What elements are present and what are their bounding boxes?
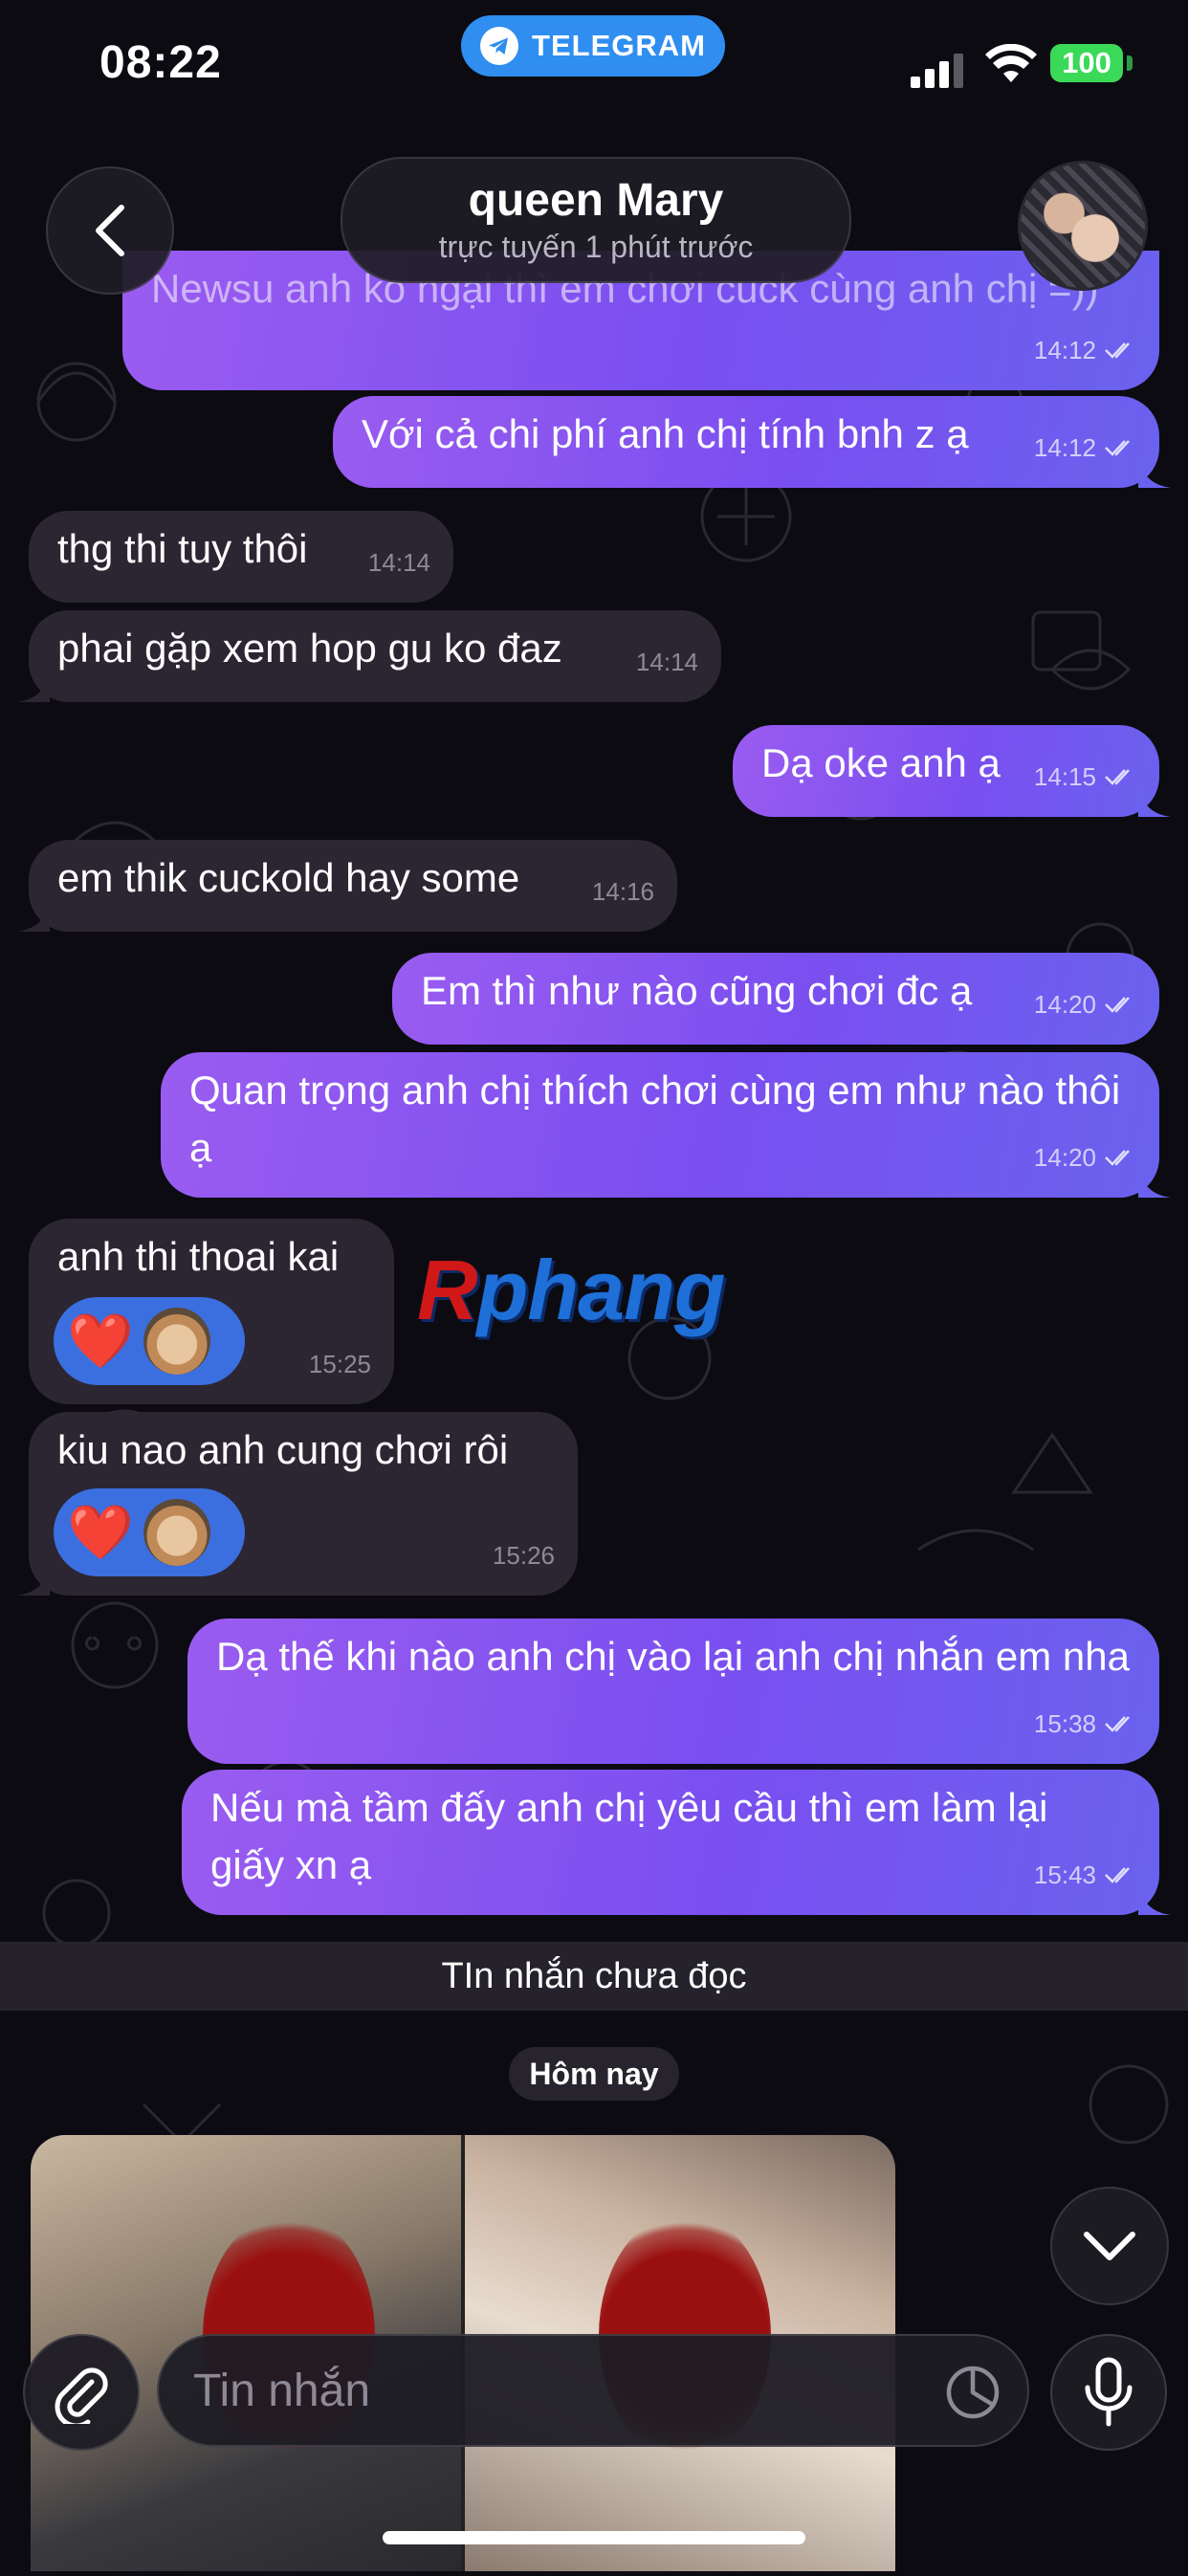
message-time: 14:14 (635, 648, 698, 676)
home-indicator[interactable] (383, 2531, 805, 2544)
message-text: Em thì như nào cũng chơi đc ạ (421, 968, 973, 1013)
battery-tip (1127, 55, 1133, 71)
message-time: 14:12 (1033, 336, 1096, 364)
message-time: 15:38 (1033, 1709, 1096, 1738)
message-time: 14:12 (1033, 433, 1096, 462)
message-text: phai gặp xem hop gu ko đaz (57, 626, 562, 671)
cellular-signal-icon (911, 54, 963, 88)
reaction-chip[interactable]: ❤️ (54, 1297, 245, 1385)
message-outgoing[interactable]: Quan trọng anh chị thích chơi cùng em nh… (161, 1052, 1171, 1198)
bubble-tail (17, 1563, 50, 1596)
double-check-icon (1105, 997, 1130, 1013)
telegram-app-pill[interactable]: TELEGRAM (461, 15, 725, 77)
double-check-icon (1105, 769, 1130, 785)
message-text: Quan trọng anh chị thích chơi cùng em nh… (189, 1068, 1121, 1170)
back-button[interactable] (46, 166, 174, 295)
message-time: 14:14 (367, 548, 430, 577)
message-incoming[interactable]: phai gặp xem hop gu ko đaz 14:14 (17, 610, 721, 702)
heart-reaction-icon: ❤️ (67, 1310, 134, 1371)
status-time: 08:22 (99, 37, 222, 88)
chevron-left-icon (96, 205, 124, 256)
message-time: 15:26 (492, 1541, 555, 1570)
unread-messages-divider: TIn nhắn chưa đọc (0, 1942, 1188, 2011)
message-meta: 14:20 (1034, 1129, 1136, 1186)
bubble-tail (1138, 784, 1171, 817)
message-meta: 14:20 (1034, 976, 1136, 1033)
watermark-logo: Rphang (417, 1242, 726, 1339)
watermark-prefix: R (417, 1243, 478, 1337)
chat-name: queen Mary (468, 175, 724, 226)
message-text: kiu nao anh cung chơi rôi (57, 1427, 509, 1472)
message-time: 14:15 (1033, 762, 1096, 791)
date-separator: Hôm nay (509, 2047, 679, 2101)
date-label: Hôm nay (529, 2056, 659, 2091)
scroll-to-bottom-button[interactable] (1050, 2187, 1169, 2305)
chat-last-seen: trực tuyến 1 phút trước (438, 230, 754, 264)
microphone-icon (1085, 2357, 1133, 2427)
message-composer[interactable] (157, 2334, 1029, 2447)
double-check-icon (1105, 342, 1130, 359)
status-bar: 08:22 TELEGRAM 100 (0, 0, 1188, 124)
bubble-tail (1138, 455, 1171, 488)
message-meta: 14:15 (1034, 748, 1136, 805)
message-time: 15:43 (1033, 1860, 1096, 1889)
message-incoming[interactable]: kiu nao anh cung chơi rôi ❤️ 15:26 (17, 1412, 578, 1596)
message-outgoing[interactable]: Dạ oke anh ạ 14:15 (733, 725, 1171, 817)
telegram-icon (480, 27, 519, 65)
watermark-text: phang (476, 1243, 726, 1337)
wifi-icon (985, 44, 1037, 82)
message-time: 14:16 (591, 877, 654, 906)
message-text: Nếu mà tầm đấy anh chị yêu cầu thì em là… (210, 1785, 1048, 1887)
message-outgoing[interactable]: Với cả chi phí anh chị tính bnh z ạ 14:1… (333, 396, 1171, 488)
attach-button[interactable] (23, 2334, 140, 2451)
bubble-tail (17, 899, 50, 932)
message-meta: 15:43 (1034, 1846, 1136, 1904)
message-meta: 14:14 (636, 633, 698, 691)
double-check-icon (1105, 440, 1130, 456)
voice-record-button[interactable] (1050, 2334, 1167, 2451)
message-meta: 14:14 (368, 534, 430, 591)
contact-avatar[interactable] (1018, 161, 1148, 291)
reaction-chip[interactable]: ❤️ (54, 1488, 245, 1576)
chat-title[interactable]: queen Mary trực tuyến 1 phút trước (341, 157, 851, 283)
message-meta: 15:38 (1034, 1695, 1136, 1752)
battery-indicator: 100 (1050, 44, 1123, 82)
message-text: em thik cuckold hay some (57, 855, 520, 900)
message-meta: 14:16 (592, 863, 654, 920)
message-incoming[interactable]: em thik cuckold hay some 14:16 (17, 840, 677, 932)
message-meta: 14:12 (1034, 419, 1136, 476)
message-outgoing[interactable]: Nếu mà tầm đấy anh chị yêu cầu thì em là… (182, 1770, 1171, 1915)
sticker-icon[interactable] (945, 2365, 1001, 2420)
double-check-icon (1105, 1150, 1130, 1166)
message-meta: 14:12 (1034, 321, 1136, 379)
message-meta: 15:25 (309, 1335, 371, 1393)
message-outgoing[interactable]: Em thì như nào cũng chơi đc ạ 14:20 (392, 953, 1159, 1045)
message-outgoing[interactable]: Dạ thế khi nào anh chị vào lại anh chị n… (187, 1618, 1159, 1764)
message-meta: 15:26 (493, 1527, 555, 1584)
message-text: Dạ thế khi nào anh chị vào lại anh chị n… (216, 1634, 1130, 1679)
unread-label: TIn nhắn chưa đọc (441, 1955, 747, 1996)
message-input[interactable] (191, 2363, 922, 2418)
reactor-avatar (143, 1499, 210, 1566)
message-text: anh thi thoai kai (57, 1234, 340, 1279)
message-time: 14:20 (1033, 990, 1096, 1019)
message-time: 15:25 (308, 1350, 371, 1378)
bubble-tail (17, 670, 50, 702)
double-check-icon (1105, 1716, 1130, 1732)
message-text: Với cả chi phí anh chị tính bnh z ạ (362, 411, 969, 456)
reactor-avatar (143, 1308, 210, 1375)
bubble-tail (1138, 1165, 1171, 1198)
chevron-down-icon (1084, 2232, 1135, 2260)
heart-reaction-icon: ❤️ (67, 1502, 134, 1562)
paperclip-icon (55, 2367, 108, 2424)
bubble-tail (1138, 1882, 1171, 1915)
telegram-pill-label: TELEGRAM (532, 29, 706, 62)
double-check-icon (1105, 1867, 1130, 1883)
message-incoming[interactable]: anh thi thoai kai ❤️ 15:25 (29, 1219, 394, 1404)
message-time: 14:20 (1033, 1143, 1096, 1172)
message-incoming[interactable]: thg thi tuy thôi 14:14 (29, 511, 453, 603)
